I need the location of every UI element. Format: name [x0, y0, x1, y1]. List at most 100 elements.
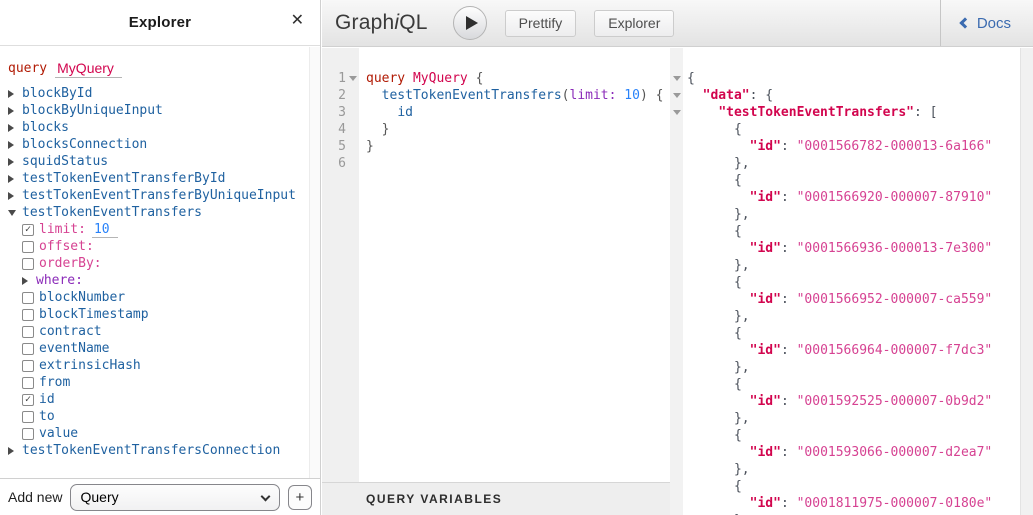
json-token: "0001566936-000013-7e300" — [797, 241, 993, 256]
checkbox[interactable] — [22, 411, 34, 423]
selection-field-row[interactable]: blockNumber — [22, 289, 309, 306]
explorer-scrollbar[interactable] — [309, 47, 320, 478]
code-token[interactable] — [468, 71, 476, 86]
caret-down-icon[interactable] — [8, 210, 16, 216]
result-scrollbar[interactable] — [1020, 48, 1033, 515]
caret-right-icon[interactable] — [8, 447, 14, 455]
explorer-field-row[interactable]: blockById — [8, 85, 309, 102]
code-line[interactable]: query MyQuery { — [366, 70, 663, 87]
code-token[interactable]: limit: — [570, 88, 617, 103]
json-token — [687, 105, 718, 120]
selection-field-row[interactable]: value — [22, 425, 309, 442]
checkbox[interactable]: ✓ — [22, 394, 34, 406]
code-token[interactable] — [405, 71, 413, 86]
code-token[interactable] — [366, 88, 382, 103]
caret-right-icon[interactable] — [8, 124, 14, 132]
selection-field-row[interactable]: extrinsicHash — [22, 357, 309, 374]
argument-row[interactable]: orderBy: — [22, 255, 309, 272]
execute-query-button[interactable] — [453, 6, 487, 40]
explorer-field-row[interactable]: squidStatus — [8, 153, 309, 170]
caret-right-icon[interactable] — [8, 141, 14, 149]
fold-arrow-icon[interactable] — [673, 76, 681, 81]
query-editor[interactable]: 123456 query MyQuery { testTokenEventTra… — [322, 48, 670, 482]
code-line[interactable]: } — [366, 138, 663, 155]
caret-right-icon[interactable] — [22, 277, 28, 285]
code-token[interactable]: } — [366, 139, 374, 154]
code-line[interactable]: } — [366, 121, 663, 138]
code-token[interactable] — [648, 88, 656, 103]
selection-field-row[interactable]: from — [22, 374, 309, 391]
selection-field-row[interactable]: contract — [22, 323, 309, 340]
code-token[interactable]: ( — [562, 88, 570, 103]
json-token: "0001566920-000007-87910" — [797, 190, 993, 205]
explorer-field-row[interactable]: blocksConnection — [8, 136, 309, 153]
json-token: "0001811975-000007-0180e" — [797, 496, 993, 511]
explorer-field-row[interactable]: testTokenEventTransferById — [8, 170, 309, 187]
selection-field-row[interactable]: to — [22, 408, 309, 425]
caret-right-icon[interactable] — [8, 90, 14, 98]
fold-arrow-icon[interactable] — [349, 76, 357, 81]
code-line[interactable]: id — [366, 104, 663, 121]
explorer-field-row[interactable]: testTokenEventTransfersConnection — [8, 442, 309, 459]
json-token: "data" — [703, 88, 750, 103]
code-token[interactable]: { — [656, 88, 664, 103]
caret-right-icon[interactable] — [8, 158, 14, 166]
code-token[interactable]: id — [397, 105, 413, 120]
add-new-label: Add new — [8, 489, 62, 505]
selection-field-row[interactable]: ✓id — [22, 391, 309, 408]
argument-row[interactable]: where: — [22, 272, 309, 289]
field-label: blocks — [22, 120, 69, 135]
checkbox[interactable] — [22, 343, 34, 355]
argument-row[interactable]: ✓limit:10 — [22, 221, 309, 238]
code-token[interactable] — [366, 105, 397, 120]
checkbox[interactable] — [22, 326, 34, 338]
gutter-row: 4 — [322, 121, 359, 138]
json-token: "id" — [750, 292, 781, 307]
arrow-slot — [8, 141, 22, 149]
arrow-slot — [8, 158, 22, 166]
caret-right-icon[interactable] — [8, 192, 14, 200]
checkbox[interactable] — [22, 428, 34, 440]
close-icon[interactable]: ✕ — [291, 13, 304, 29]
selection-field-row[interactable]: eventName — [22, 340, 309, 357]
operation-name-input[interactable]: MyQuery — [55, 60, 122, 78]
checkbox[interactable] — [22, 292, 34, 304]
argument-row[interactable]: offset: — [22, 238, 309, 255]
caret-right-icon[interactable] — [8, 107, 14, 115]
query-variables-bar[interactable]: QUERY VARIABLES — [322, 482, 670, 515]
caret-right-icon[interactable] — [8, 175, 14, 183]
checkbox[interactable] — [22, 241, 34, 253]
explorer-field-row[interactable]: testTokenEventTransfers — [8, 204, 309, 221]
code-token[interactable] — [366, 122, 382, 137]
checkbox[interactable] — [22, 377, 34, 389]
explorer-field-row[interactable]: testTokenEventTransferByUniqueInput — [8, 187, 309, 204]
json-token: "id" — [750, 343, 781, 358]
checkbox[interactable] — [22, 258, 34, 270]
explorer-toggle-button[interactable]: Explorer — [594, 10, 674, 37]
operation-type-select[interactable]: Query — [70, 484, 279, 511]
fold-arrow-icon[interactable] — [673, 93, 681, 98]
fold-arrow-icon[interactable] — [673, 110, 681, 115]
code-token[interactable]: 10 — [624, 88, 640, 103]
code-line[interactable] — [366, 155, 663, 172]
checkbox[interactable]: ✓ — [22, 224, 34, 236]
checkbox[interactable] — [22, 309, 34, 321]
code-token[interactable]: ) — [640, 88, 648, 103]
code-token[interactable]: MyQuery — [413, 71, 468, 86]
argument-value-input[interactable]: 10 — [92, 222, 118, 238]
prettify-button[interactable]: Prettify — [505, 10, 577, 37]
code-token[interactable]: testTokenEventTransfers — [382, 88, 562, 103]
selection-field-row[interactable]: blockTimestamp — [22, 306, 309, 323]
code-token[interactable]: { — [476, 71, 484, 86]
checkbox[interactable] — [22, 360, 34, 372]
code-token[interactable]: query — [366, 71, 405, 86]
docs-link[interactable]: Docs — [940, 0, 1033, 46]
explorer-field-row[interactable]: blockByUniqueInput — [8, 102, 309, 119]
json-line: }, — [687, 359, 992, 376]
explorer-field-row[interactable]: blocks — [8, 119, 309, 136]
code-token[interactable]: } — [382, 122, 390, 137]
add-operation-button[interactable]: + — [288, 485, 312, 510]
field-label: contract — [39, 324, 102, 339]
editor-code[interactable]: query MyQuery { testTokenEventTransfers(… — [359, 48, 663, 482]
code-line[interactable]: testTokenEventTransfers(limit: 10) { — [366, 87, 663, 104]
